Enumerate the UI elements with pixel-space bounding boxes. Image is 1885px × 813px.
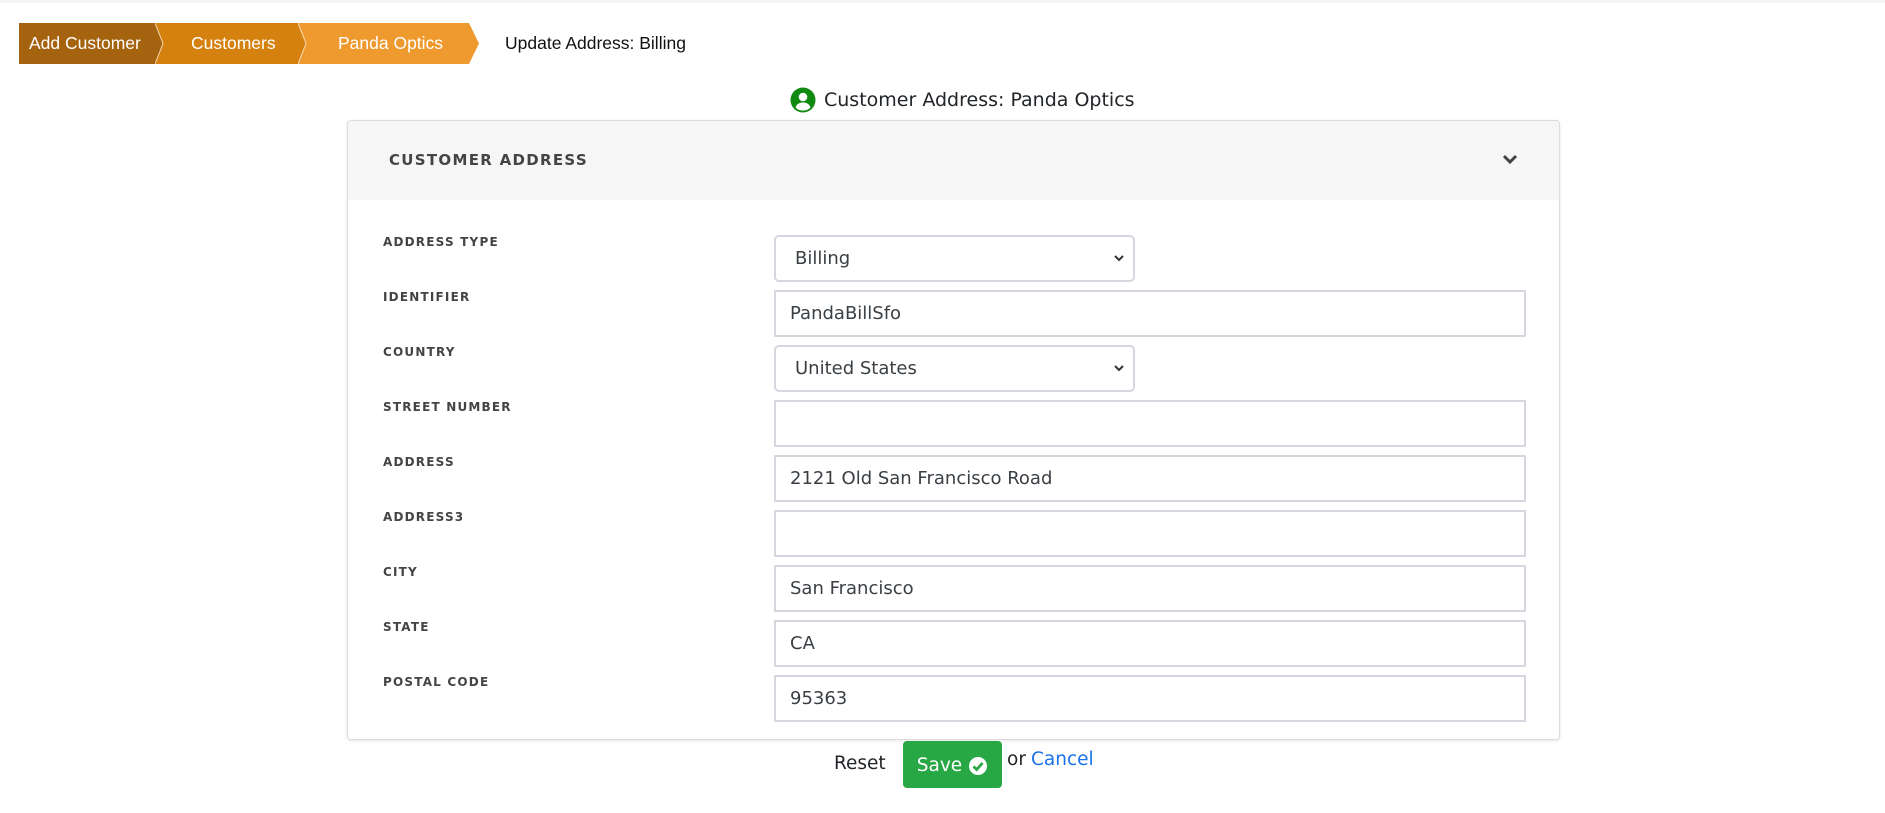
save-label: Save — [916, 755, 963, 776]
identifier-input[interactable]: PandaBillSfo — [774, 290, 1526, 337]
field-label: ADDRESS — [383, 455, 455, 469]
field-label: CITY — [383, 565, 418, 579]
check-circle-icon — [968, 756, 988, 776]
field-label: STREET NUMBER — [383, 400, 512, 414]
field-address-type: ADDRESS TYPE Billing — [348, 235, 1559, 282]
customer-address-card: CUSTOMER ADDRESS ADDRESS TYPE Billing ID… — [347, 120, 1560, 740]
field-label: COUNTRY — [383, 345, 456, 359]
field-address: ADDRESS 2121 Old San Francisco Road — [348, 455, 1559, 502]
select-value: Billing — [795, 248, 851, 269]
reset-button[interactable]: Reset — [834, 753, 886, 774]
field-state: STATE CA — [348, 620, 1559, 667]
save-button[interactable]: Save — [903, 741, 1002, 788]
field-city: CITY San Francisco — [348, 565, 1559, 612]
city-input[interactable]: San Francisco — [774, 565, 1526, 612]
top-border — [0, 0, 1885, 3]
country-select[interactable]: United States — [774, 345, 1135, 392]
chevron-down-icon — [1114, 255, 1124, 262]
user-circle-icon — [790, 87, 816, 113]
form-actions: Reset Save or Cancel — [0, 741, 1885, 788]
breadcrumb-add-customer[interactable]: Add Customer — [19, 23, 163, 64]
breadcrumb: Add Customer Customers Panda Optics — [19, 23, 479, 64]
field-label: ADDRESS3 — [383, 510, 465, 524]
breadcrumb-label: Add Customer — [29, 33, 141, 53]
field-postal-code: POSTAL CODE 95363 — [348, 675, 1559, 722]
field-label: IDENTIFIER — [383, 290, 471, 304]
address-type-select[interactable]: Billing — [774, 235, 1135, 282]
breadcrumb-panda-optics[interactable]: Panda Optics — [298, 23, 479, 64]
card-title: CUSTOMER ADDRESS — [389, 151, 588, 169]
address3-input[interactable] — [774, 510, 1526, 557]
cancel-link[interactable]: Cancel — [1031, 749, 1094, 770]
chevron-down-icon[interactable] — [1501, 153, 1519, 167]
or-text: or — [1007, 749, 1026, 770]
chevron-down-icon — [1114, 365, 1124, 372]
breadcrumb-label: Customers — [191, 33, 276, 53]
postal-code-input[interactable]: 95363 — [774, 675, 1526, 722]
page-title: Customer Address: Panda Optics — [790, 86, 1135, 114]
field-label: POSTAL CODE — [383, 675, 490, 689]
select-value: United States — [795, 358, 917, 379]
field-country: COUNTRY United States — [348, 345, 1559, 392]
field-identifier: IDENTIFIER PandaBillSfo — [348, 290, 1559, 337]
field-street-number: STREET NUMBER — [348, 400, 1559, 447]
breadcrumb-label: Panda Optics — [338, 33, 444, 53]
breadcrumb-current: Update Address: Billing — [505, 33, 686, 53]
street-number-input[interactable] — [774, 400, 1526, 447]
field-label: STATE — [383, 620, 430, 634]
breadcrumb-customers[interactable]: Customers — [155, 23, 306, 64]
card-header[interactable]: CUSTOMER ADDRESS — [348, 121, 1559, 200]
address-input[interactable]: 2121 Old San Francisco Road — [774, 455, 1526, 502]
field-label: ADDRESS TYPE — [383, 235, 499, 249]
page-title-text: Customer Address: Panda Optics — [824, 89, 1135, 111]
state-input[interactable]: CA — [774, 620, 1526, 667]
field-address3: ADDRESS3 — [348, 510, 1559, 557]
